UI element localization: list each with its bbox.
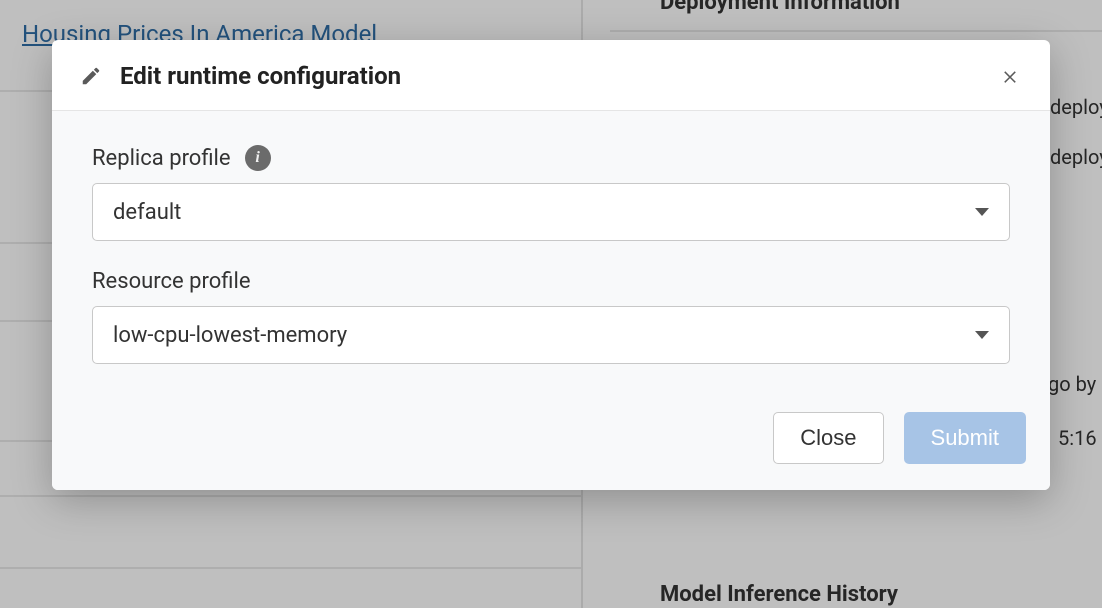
resource-profile-select[interactable]: low-cpu-lowest-memory [92, 306, 1010, 364]
modal-close-button[interactable] [996, 62, 1024, 90]
replica-profile-label: Replica profile [92, 146, 231, 171]
modal-title: Edit runtime configuration [120, 62, 996, 90]
edit-runtime-modal: Edit runtime configuration Replica profi… [52, 40, 1050, 490]
chevron-down-icon [975, 208, 989, 216]
replica-profile-value: default [113, 200, 975, 225]
info-icon[interactable]: i [245, 145, 271, 171]
resource-profile-value: low-cpu-lowest-memory [113, 323, 975, 348]
replica-profile-select[interactable]: default [92, 183, 1010, 241]
resource-label-row: Resource profile [92, 269, 1010, 294]
modal-body: Replica profile i default Resource profi… [52, 111, 1050, 394]
pencil-icon [78, 63, 104, 89]
close-button[interactable]: Close [773, 412, 883, 464]
modal-header: Edit runtime configuration [52, 40, 1050, 111]
chevron-down-icon [975, 331, 989, 339]
submit-button[interactable]: Submit [904, 412, 1026, 464]
close-icon [1001, 67, 1019, 85]
resource-profile-label: Resource profile [92, 269, 251, 294]
modal-footer: Close Submit [52, 394, 1050, 490]
replica-label-row: Replica profile i [92, 145, 1010, 171]
